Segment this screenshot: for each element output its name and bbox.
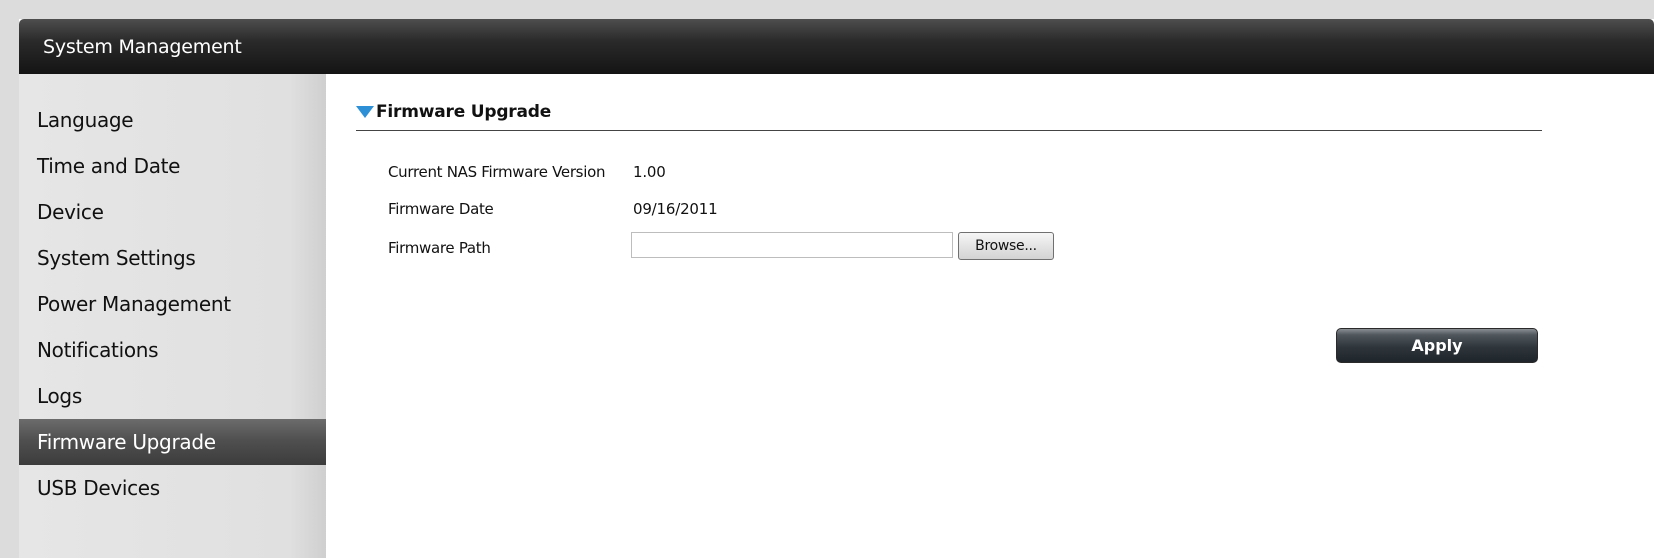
window-titlebar: System Management xyxy=(19,19,1654,74)
firmware-path-label: Firmware Path xyxy=(388,239,491,257)
current-version-label: Current NAS Firmware Version xyxy=(388,163,606,181)
current-version-value: 1.00 xyxy=(633,163,666,181)
sidebar-item-usb-devices[interactable]: USB Devices xyxy=(19,465,326,511)
sidebar-item-label: Power Management xyxy=(37,292,231,316)
sidebar-item-label: Firmware Upgrade xyxy=(37,430,216,454)
sidebar-item-system-settings[interactable]: System Settings xyxy=(19,235,326,281)
section-header: Firmware Upgrade xyxy=(356,100,1542,131)
firmware-date-label: Firmware Date xyxy=(388,200,494,218)
triangle-down-icon xyxy=(356,106,374,118)
apply-button[interactable]: Apply xyxy=(1336,328,1538,363)
firmware-path-input[interactable] xyxy=(631,232,953,258)
sidebar-item-notifications[interactable]: Notifications xyxy=(19,327,326,373)
system-management-window: System Management Language Time and Date… xyxy=(19,19,1654,558)
browse-button[interactable]: Browse... xyxy=(958,232,1054,260)
sidebar-item-device[interactable]: Device xyxy=(19,189,326,235)
sidebar-item-label: Notifications xyxy=(37,338,159,362)
page-background: System Management Language Time and Date… xyxy=(0,0,1654,558)
sidebar-item-label: Language xyxy=(37,108,134,132)
section-title: Firmware Upgrade xyxy=(376,102,552,122)
sidebar-item-language[interactable]: Language xyxy=(19,97,326,143)
firmware-date-value: 09/16/2011 xyxy=(633,200,718,218)
sidebar-item-label: System Settings xyxy=(37,246,196,270)
sidebar-item-time-and-date[interactable]: Time and Date xyxy=(19,143,326,189)
window-title: System Management xyxy=(43,36,242,58)
sidebar-item-label: Logs xyxy=(37,384,82,408)
sidebar-item-power-management[interactable]: Power Management xyxy=(19,281,326,327)
main-content: Firmware Upgrade Current NAS Firmware Ve… xyxy=(326,74,1654,558)
sidebar-item-label: USB Devices xyxy=(37,476,160,500)
sidebar-item-label: Device xyxy=(37,200,104,224)
sidebar-item-firmware-upgrade[interactable]: Firmware Upgrade xyxy=(19,419,326,465)
sidebar-item-logs[interactable]: Logs xyxy=(19,373,326,419)
sidebar-item-label: Time and Date xyxy=(37,154,181,178)
sidebar: Language Time and Date Device System Set… xyxy=(19,74,326,558)
